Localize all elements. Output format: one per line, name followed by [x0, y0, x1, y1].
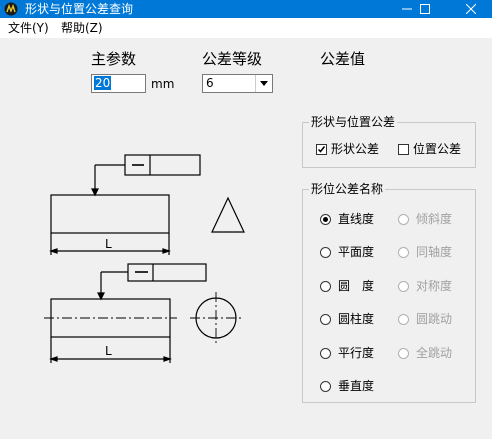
maximize-icon [420, 4, 430, 14]
radio-dot[interactable] [320, 281, 331, 292]
unit-label: mm [151, 77, 175, 91]
shape-position-legend: 形状与位置公差 [309, 114, 398, 130]
checkbox-box[interactable] [398, 144, 409, 155]
radio-perpendicularity[interactable]: 垂直度 [320, 379, 374, 393]
menu-file[interactable]: 文件(Y) [8, 21, 49, 35]
close-button[interactable] [454, 0, 488, 18]
title-bar: 形状与位置公差查询 [0, 0, 492, 18]
chevron-down-icon [260, 81, 268, 86]
radio-dot[interactable] [320, 314, 331, 325]
checkbox-box[interactable] [316, 144, 327, 155]
radio-coaxiality[interactable]: 同轴度 [398, 245, 452, 259]
app-icon [4, 2, 18, 16]
radio-straightness[interactable]: 直线度 [320, 212, 374, 226]
tolerance-illustration [44, 154, 245, 363]
radio-dot[interactable] [398, 281, 409, 292]
close-icon [466, 4, 476, 14]
checkbox-position-tolerance[interactable]: 位置公差 [398, 142, 461, 156]
radio-dot[interactable] [320, 381, 331, 392]
radio-dot[interactable] [398, 348, 409, 359]
main-param-label: 主参数 [91, 50, 137, 68]
radio-label: 圆 度 [338, 279, 375, 293]
radio-label: 对称度 [416, 279, 453, 293]
shape-position-group: 形状与位置公差 形状公差 位置公差 [302, 114, 476, 168]
radio-parallelism[interactable]: 平行度 [320, 346, 374, 360]
checkbox-label: 位置公差 [413, 142, 462, 156]
dimension-label-top: L [105, 237, 112, 251]
checkbox-label: 形状公差 [331, 142, 380, 156]
radio-label: 直线度 [338, 212, 375, 226]
radio-flatness[interactable]: 平面度 [320, 245, 374, 259]
tolerance-value-label: 公差值 [320, 50, 366, 68]
checkbox-shape-tolerance[interactable]: 形状公差 [316, 142, 379, 156]
grade-select[interactable]: 6 [202, 74, 273, 93]
tolerance-name-group: 形位公差名称 直线度 平面度 圆 度 圆柱度 平行度 垂直度 倾斜度 同轴度 对… [302, 181, 476, 403]
grade-value: 6 [206, 76, 214, 90]
radio-total-runout[interactable]: 全跳动 [398, 346, 452, 360]
radio-dot[interactable] [320, 348, 331, 359]
radio-label: 圆跳动 [416, 312, 453, 326]
radio-dot[interactable] [398, 314, 409, 325]
menu-bar: 文件(Y) 帮助(Z) [0, 18, 492, 38]
radio-label: 倾斜度 [416, 212, 453, 226]
radio-dot[interactable] [320, 214, 331, 225]
radio-angularity[interactable]: 倾斜度 [398, 212, 452, 226]
maximize-button[interactable] [408, 0, 442, 18]
checkmark-icon [317, 146, 326, 153]
menu-help[interactable]: 帮助(Z) [61, 21, 103, 35]
tolerance-name-legend: 形位公差名称 [309, 181, 386, 197]
radio-roundness[interactable]: 圆 度 [320, 279, 374, 293]
radio-label: 平面度 [338, 245, 375, 259]
radio-label: 圆柱度 [338, 312, 375, 326]
main-param-input[interactable]: 20 [91, 74, 146, 93]
radio-label: 垂直度 [338, 379, 375, 393]
radio-dot[interactable] [398, 247, 409, 258]
radio-circular-runout[interactable]: 圆跳动 [398, 312, 452, 326]
window-title: 形状与位置公差查询 [25, 2, 134, 16]
radio-dot[interactable] [320, 247, 331, 258]
radio-symmetry[interactable]: 对称度 [398, 279, 452, 293]
dimension-label-bottom: L [105, 344, 112, 358]
radio-cylindricity[interactable]: 圆柱度 [320, 312, 374, 326]
grade-label: 公差等级 [202, 50, 263, 68]
radio-label: 全跳动 [416, 346, 453, 360]
main-param-value: 20 [94, 76, 112, 90]
radio-label: 同轴度 [416, 245, 453, 259]
grade-dropdown-button[interactable] [255, 75, 272, 92]
radio-label: 平行度 [338, 346, 375, 360]
radio-dot[interactable] [398, 214, 409, 225]
